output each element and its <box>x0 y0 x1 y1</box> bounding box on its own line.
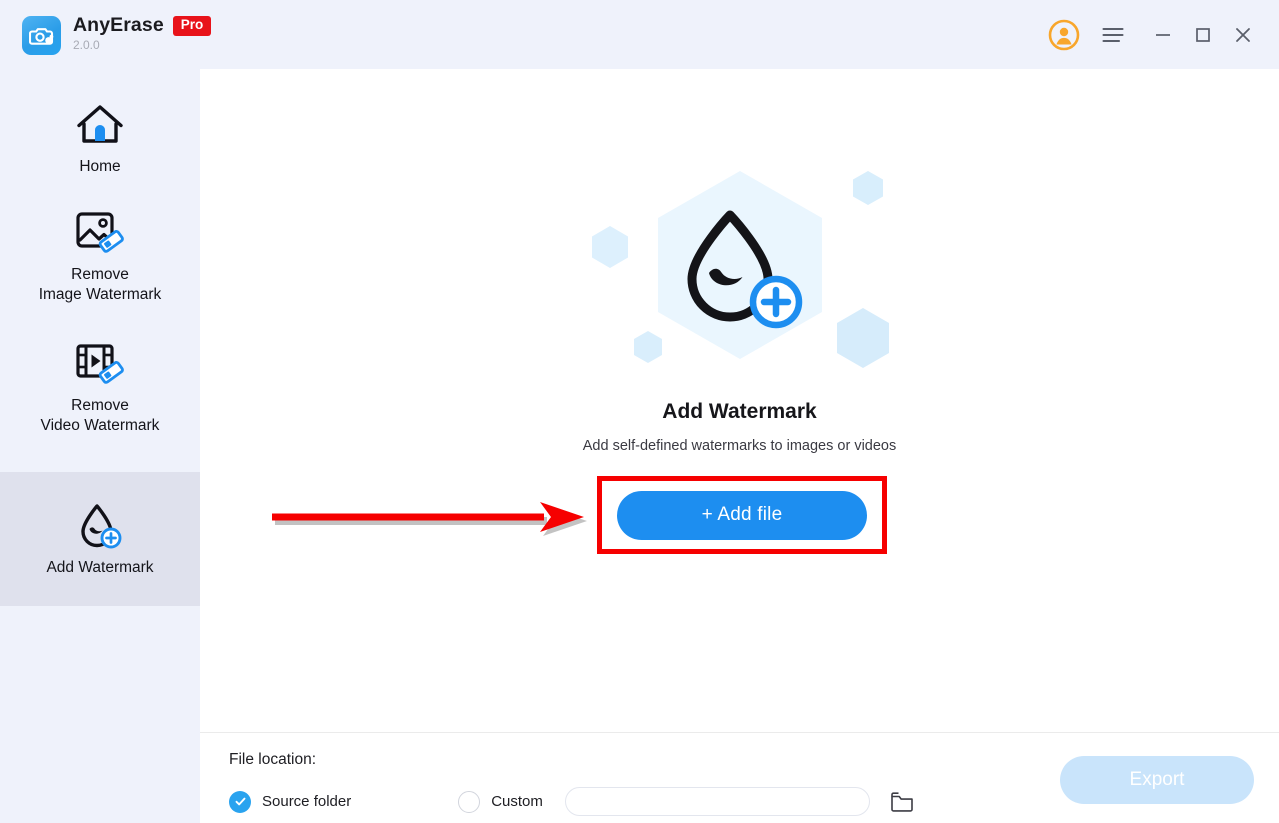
sidebar-item-label: Remove Image Watermark <box>38 265 162 303</box>
sidebar-item-add-watermark[interactable]: Add Watermark <box>0 472 200 606</box>
radio-selected-check-icon <box>229 790 251 813</box>
video-eraser-icon <box>73 338 127 390</box>
main-content: Add Watermark Add self-defined watermark… <box>200 69 1279 732</box>
radio-custom-label: Custom <box>491 793 543 810</box>
red-arrow-pointing-right <box>272 502 587 536</box>
sidebar-item-remove-image-watermark[interactable]: Remove Image Watermark <box>0 185 200 319</box>
radio-custom[interactable]: Custom <box>458 790 543 813</box>
red-rectangle-highlight: + Add file <box>597 476 887 554</box>
add-file-button[interactable]: + Add file <box>617 490 867 540</box>
page-title: Add Watermark <box>662 400 817 423</box>
hamburger-menu-icon[interactable] <box>1093 15 1133 55</box>
file-location-label: File location: <box>229 751 317 768</box>
page-subtitle: Add self-defined watermarks to images or… <box>582 438 897 454</box>
sidebar: Home Remove Image Watermark Remove Video… <box>0 69 200 823</box>
bottom-bar: File location: Source folder Custom Expo… <box>200 732 1279 823</box>
folder-icon[interactable] <box>889 789 915 815</box>
sidebar-item-label: Remove Video Watermark <box>40 397 160 435</box>
title-bar: AnyErase Pro 2.0.0 <box>0 0 1279 69</box>
app-name: AnyErase <box>73 14 164 37</box>
account-avatar-icon[interactable] <box>1044 15 1084 55</box>
image-eraser-icon <box>73 207 127 259</box>
sidebar-item-remove-video-watermark[interactable]: Remove Video Watermark <box>0 318 200 450</box>
close-icon[interactable] <box>1223 15 1263 55</box>
export-button[interactable]: Export <box>1060 756 1254 804</box>
radio-source-folder-label: Source folder <box>262 793 352 810</box>
app-version: 2.0.0 <box>73 37 100 52</box>
file-location-options: Source folder Custom <box>229 787 915 816</box>
call-to-action-row: + Add file <box>200 476 1279 560</box>
radio-source-folder[interactable]: Source folder <box>229 790 352 813</box>
minimize-icon[interactable] <box>1143 15 1183 55</box>
droplet-plus-icon <box>73 500 127 552</box>
radio-unselected-icon <box>458 790 481 813</box>
window-controls <box>1044 0 1279 69</box>
anyerase-window: AnyErase Pro 2.0.0 Home Remove Image Wat… <box>0 0 1279 823</box>
app-brand: AnyErase Pro 2.0.0 <box>0 0 212 55</box>
pro-badge: Pro <box>172 16 212 36</box>
droplet-plus-hexagon-illustration <box>591 171 889 368</box>
sidebar-item-home[interactable]: Home <box>0 69 200 185</box>
maximize-icon[interactable] <box>1183 15 1223 55</box>
app-logo-icon <box>22 16 61 55</box>
sidebar-item-label: Home <box>79 158 121 175</box>
hero-illustration <box>580 163 900 383</box>
custom-path-input[interactable] <box>564 787 870 816</box>
home-icon <box>74 99 126 151</box>
sidebar-item-label: Add Watermark <box>46 559 154 577</box>
app-brand-text: AnyErase Pro 2.0.0 <box>73 14 212 52</box>
